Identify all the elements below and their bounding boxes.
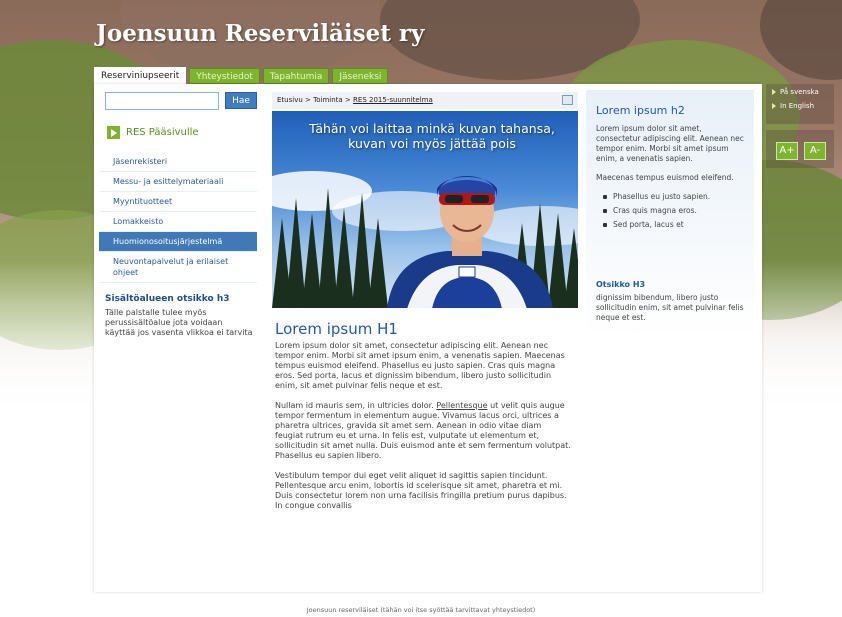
sidebar-item-myyntituotteet[interactable]: Myyntituotteet [99,192,257,212]
sidebar-item-messu[interactable]: Messu- ja esittelymateriaali [99,172,257,192]
language-links: På svenska In English [766,84,834,124]
right-body-text: Lorem ipsum dolor sit amet, consectetur … [596,124,746,234]
breadcrumb-bar: Etusivu > Toiminta > RES 2015-suunnitelm… [272,92,578,109]
tab-yhteystiedot[interactable]: Yhteystiedot [189,68,260,84]
main-paragraph-text: Nullam id mauris sem, in ultricies dolor… [275,401,434,410]
search-input[interactable] [105,92,219,110]
sidebar-item-neuvontapalvelut[interactable]: Neuvontapalvelut ja erilaiset ohjeet [99,252,257,283]
right-paragraph: dignissim bibendum, libero justo sollici… [596,293,744,322]
sidebar-nav: Jäsenrekisteri Messu- ja esittelymateria… [99,152,257,283]
breadcrumb-separator: > [305,96,311,104]
arrow-right-icon [107,126,120,139]
sidebar-item-lomakkeisto[interactable]: Lomakkeisto [99,212,257,232]
font-decrease-button[interactable]: A- [804,142,826,160]
res-home-link[interactable]: RES Pääsivulle [107,126,199,139]
right-bullet-list: Phasellus eu justo sapien. Cras quis mag… [603,192,746,230]
font-size-controls: A+ A- [766,130,834,168]
right-heading-h3: Otsikko H3 [596,280,646,289]
tab-jaseneksi[interactable]: Jäseneksi [332,68,389,84]
main-heading-h1: Lorem ipsum H1 [275,320,398,338]
search-button[interactable]: Hae [225,92,257,109]
main-paragraph: Nullam id mauris sem, in ultricies dolor… [275,401,571,461]
print-icon[interactable] [562,95,573,105]
lang-english-label: In English [780,102,815,110]
sidebar-item-jasenrekisteri[interactable]: Jäsenrekisteri [99,152,257,172]
tab-tapahtumia[interactable]: Tapahtumia [262,68,330,84]
hero-image: Tähän voi laittaa minkä kuvan tahansa, k… [272,111,578,308]
font-increase-button[interactable]: A+ [776,142,798,160]
lang-english[interactable]: In English [772,102,830,110]
lang-swedish[interactable]: På svenska [772,88,830,96]
main-paragraph: Lorem ipsum dolor sit amet, consectetur … [275,341,565,390]
sidebar-text: Tälle palstalle tulee myös perussisältöa… [105,308,253,337]
right-paragraph: Lorem ipsum dolor sit amet, consectetur … [596,124,744,163]
main-body-text: Lorem ipsum dolor sit amet, consectetur … [275,341,571,521]
breadcrumb-home[interactable]: Etusivu [277,96,303,104]
breadcrumb: Etusivu > Toiminta > RES 2015-suunnitelm… [277,96,433,104]
arrow-right-icon [772,89,776,95]
res-home-label: RES Pääsivulle [126,127,199,138]
arrow-right-icon [772,103,776,109]
lang-swedish-label: På svenska [780,88,819,96]
right-paragraph: Maecenas tempus euismod eleifend. [596,173,734,182]
hero-caption: Tähän voi laittaa minkä kuvan tahansa, k… [309,121,555,151]
site-title[interactable]: Joensuun Reserviläiset ry [96,20,424,47]
list-item: Cras quis magna eros. [603,206,746,216]
footer-text: Joensuun reserviläiset (tähän voi itse s… [306,606,536,614]
pellentesque-link[interactable]: Pellentesque [436,401,487,410]
breadcrumb-current[interactable]: RES 2015-suunnitelma [353,96,433,104]
skier-photo [387,176,553,308]
list-item: Sed porta, lacus et [603,220,746,230]
content-panel: Hae RES Pääsivulle Jäsenrekisteri Messu-… [94,84,762,592]
right-heading-h2: Lorem ipsum h2 [596,104,685,117]
breadcrumb-separator: > [344,96,351,104]
sidebar-item-huomionosoitus[interactable]: Huomionosoitusjärjestelmä [99,232,257,252]
list-item: Phasellus eu justo sapien. [603,192,746,202]
breadcrumb-toiminta[interactable]: Toiminta [313,96,343,104]
sidebar-heading-h3: Sisältöalueen otsikko h3 [105,294,230,304]
main-paragraph: Vestibulum tempor dui eget velit aliquet… [275,471,567,510]
right-column: Lorem ipsum h2 Lorem ipsum dolor sit ame… [586,90,754,587]
